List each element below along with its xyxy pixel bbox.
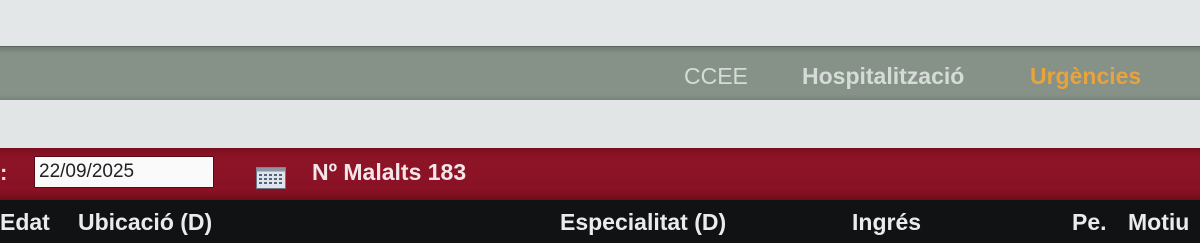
table-header-row: Edat Ubicació (D) Especialitat (D) Ingré… <box>0 200 1200 243</box>
col-header-motiu[interactable]: Motiu <box>1128 209 1189 236</box>
tab-hospitalitzacio[interactable]: Hospitalització <box>802 63 964 90</box>
col-header-ingres[interactable]: Ingrés <box>852 209 921 236</box>
col-header-pe[interactable]: Pe. <box>1072 209 1107 236</box>
col-header-especialitat[interactable]: Especialitat (D) <box>560 209 726 236</box>
patient-count: Nº Malalts 183 <box>312 159 467 185</box>
col-header-edat[interactable]: Edat <box>0 209 50 236</box>
content-spacer <box>0 100 1200 148</box>
col-header-ubicacio[interactable]: Ubicació (D) <box>78 209 212 236</box>
calendar-icon[interactable] <box>256 167 286 189</box>
tab-urgencies[interactable]: Urgències <box>1030 63 1141 90</box>
nav-bar: CCEE Hospitalització Urgències <box>0 46 1200 101</box>
date-label: : <box>0 160 8 185</box>
tab-ccee[interactable]: CCEE <box>684 63 748 90</box>
date-input[interactable] <box>34 156 214 188</box>
top-band <box>0 0 1200 46</box>
